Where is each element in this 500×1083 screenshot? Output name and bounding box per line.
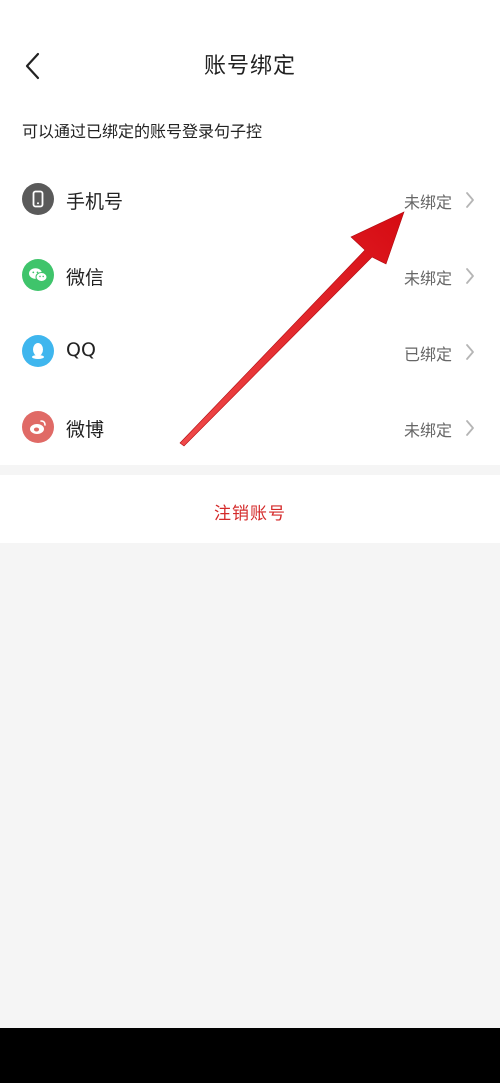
- account-label: 微博: [66, 419, 105, 441]
- qq-icon: [22, 335, 54, 367]
- account-label: 微信: [66, 267, 105, 289]
- chevron-right-icon: [466, 420, 474, 436]
- binding-status: 未绑定: [403, 269, 452, 288]
- screen: 账号绑定 可以通过已绑定的账号登录句子控 手机号 未绑定 微信 未绑定 QQ 已…: [0, 0, 500, 1083]
- system-navigation-bar: [0, 1028, 500, 1083]
- account-row-weibo[interactable]: 微博 未绑定: [0, 390, 500, 466]
- page-title: 账号绑定: [203, 54, 296, 79]
- binding-status: 未绑定: [403, 193, 452, 212]
- header: 账号绑定: [0, 30, 500, 100]
- wechat-icon: [22, 259, 54, 291]
- weibo-icon: [22, 411, 54, 443]
- account-list: 手机号 未绑定 微信 未绑定 QQ 已绑定 微博 未绑定: [0, 162, 500, 466]
- binding-status: 未绑定: [403, 421, 452, 440]
- binding-hint: 可以通过已绑定的账号登录句子控: [22, 122, 263, 141]
- account-label: QQ: [66, 339, 96, 361]
- phone-icon: [22, 183, 54, 215]
- account-row-qq[interactable]: QQ 已绑定: [0, 314, 500, 390]
- cancel-account-button[interactable]: 注销账号: [0, 475, 500, 543]
- chevron-right-icon: [466, 192, 474, 208]
- binding-status: 已绑定: [403, 345, 452, 364]
- account-row-wechat[interactable]: 微信 未绑定: [0, 238, 500, 314]
- cancel-account-label: 注销账号: [214, 504, 286, 524]
- chevron-right-icon: [466, 344, 474, 360]
- account-label: 手机号: [66, 191, 124, 213]
- account-row-phone[interactable]: 手机号 未绑定: [0, 162, 500, 238]
- chevron-right-icon: [466, 268, 474, 284]
- account-binding-panel: 账号绑定 可以通过已绑定的账号登录句子控 手机号 未绑定 微信 未绑定 QQ 已…: [0, 0, 500, 465]
